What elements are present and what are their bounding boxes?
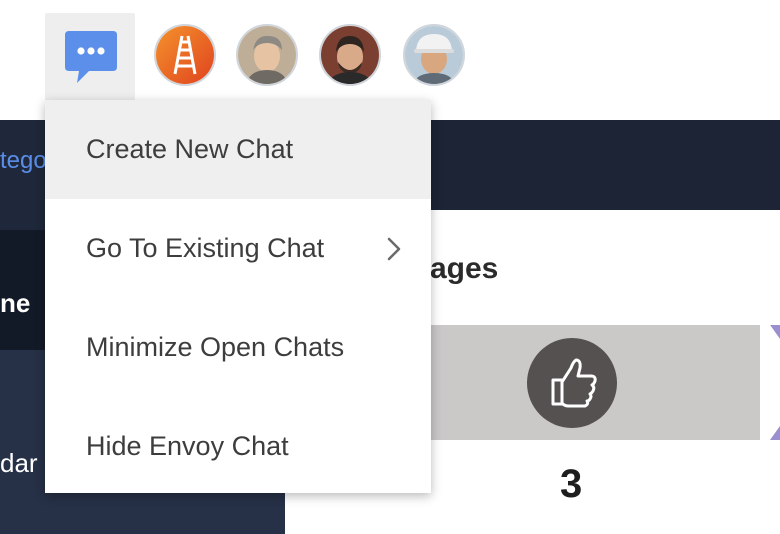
avatar-user-1[interactable] (236, 24, 298, 86)
category-link[interactable]: tego (0, 147, 47, 175)
calendar-nav-item[interactable]: dar (0, 448, 38, 479)
chat-bubble-icon (65, 31, 117, 83)
chat-dropdown-menu: Create New Chat Go To Existing Chat Mini… (45, 100, 431, 493)
thumbs-up-icon (551, 358, 597, 408)
stages-heading: tages (420, 252, 499, 285)
left-panel-label: ne (0, 288, 31, 318)
menu-item-hide-envoy-chat[interactable]: Hide Envoy Chat (45, 397, 431, 496)
menu-item-label: Create New Chat (86, 134, 294, 164)
chat-button[interactable] (45, 13, 135, 103)
stage-count: 3 (560, 462, 583, 506)
stage-arrow-shape (760, 325, 780, 440)
avatar-user-3[interactable] (403, 24, 465, 86)
menu-item-label: Minimize Open Chats (86, 332, 345, 362)
menu-item-create-new-chat[interactable]: Create New Chat (45, 100, 431, 199)
person-photo-icon (321, 26, 379, 84)
ladder-logo-icon (156, 26, 214, 84)
stage-icon-circle (527, 338, 617, 428)
avatar-ladder-logo[interactable] (154, 24, 216, 86)
avatar-user-2[interactable] (319, 24, 381, 86)
chevron-right-icon (387, 237, 401, 261)
person-photo-icon (238, 26, 296, 84)
menu-item-go-to-existing-chat[interactable]: Go To Existing Chat (45, 199, 431, 298)
menu-item-minimize-open-chats[interactable]: Minimize Open Chats (45, 298, 431, 397)
menu-item-label: Hide Envoy Chat (86, 431, 289, 461)
menu-item-label: Go To Existing Chat (86, 233, 325, 263)
person-hardhat-photo-icon (405, 26, 463, 84)
